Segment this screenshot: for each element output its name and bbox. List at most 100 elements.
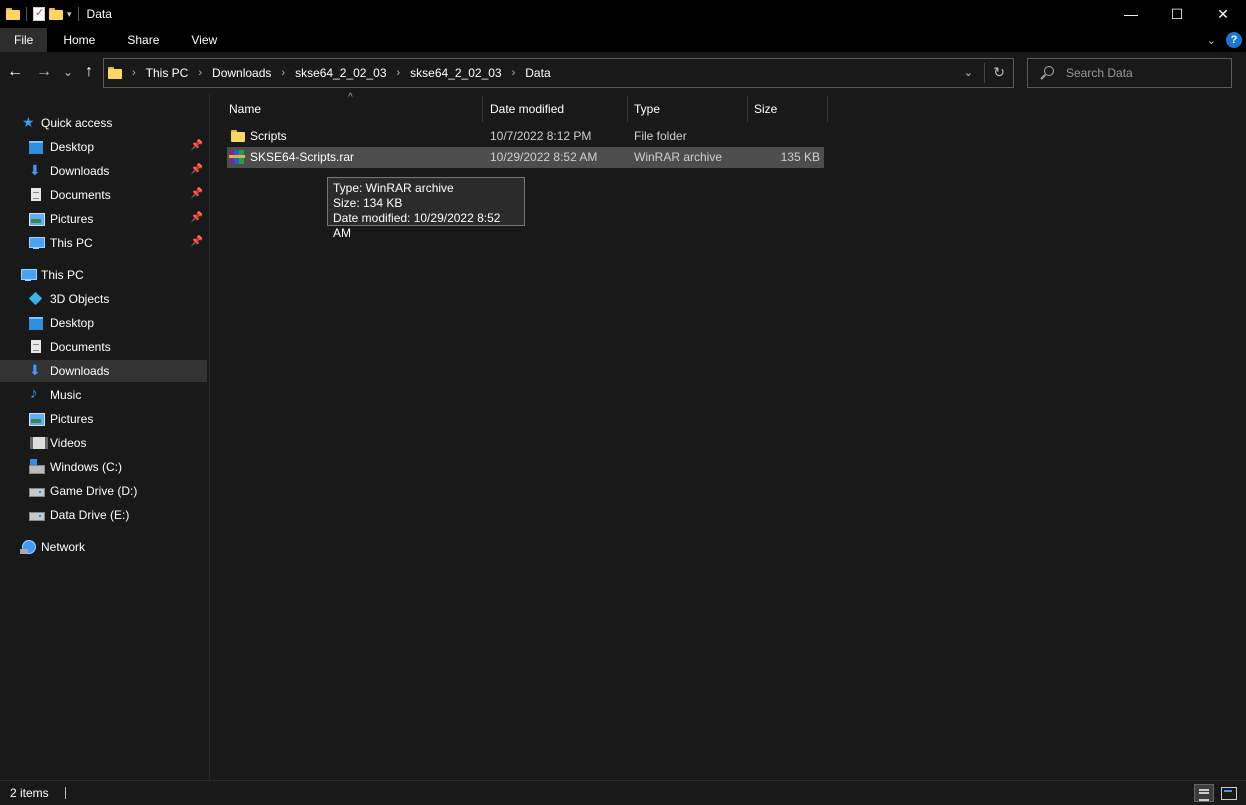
this-pc-icon	[20, 267, 37, 283]
videos-icon	[28, 435, 48, 451]
music-icon	[28, 385, 44, 403]
pin-icon[interactable]: 📌	[191, 212, 203, 223]
view-switcher	[1194, 784, 1238, 802]
chevron-right-icon[interactable]: ›	[512, 67, 516, 79]
sidebar-item-label: Pictures	[50, 412, 94, 426]
windows-drive-icon	[28, 459, 45, 475]
details-view-icon[interactable]	[1194, 784, 1214, 802]
sidebar-item-label: Documents	[50, 188, 111, 202]
large-icons-view-icon[interactable]	[1218, 784, 1238, 802]
sidebar-item-videos[interactable]: Videos	[0, 432, 207, 454]
sidebar-item-data-drive-e[interactable]: Data Drive (E:)	[0, 504, 207, 526]
forward-button[interactable]: →	[34, 62, 54, 82]
sidebar-item-qa-desktop[interactable]: Desktop 📌	[0, 136, 207, 158]
help-icon[interactable]: ?	[1226, 32, 1242, 48]
search-box[interactable]	[1027, 58, 1232, 88]
sidebar-network[interactable]: Network	[0, 536, 207, 558]
folder-icon	[231, 129, 245, 143]
tab-home[interactable]: Home	[47, 28, 111, 52]
file-row-scripts[interactable]: Scripts 10/7/2022 8:12 PM File folder	[227, 126, 824, 147]
sidebar-item-label: Pictures	[50, 212, 94, 226]
ribbon-tabs: File Home Share View ⌄ ?	[0, 28, 1246, 52]
breadcrumb-this-pc[interactable]: This PC	[146, 66, 189, 80]
new-folder-icon[interactable]	[49, 7, 63, 21]
sidebar-item-label: Desktop	[50, 316, 95, 330]
file-row-skse64-scripts-rar[interactable]: SKSE64-Scripts.rar 10/29/2022 8:52 AM Wi…	[227, 147, 824, 168]
file-name: Scripts	[250, 129, 287, 143]
sidebar-item-documents[interactable]: Documents	[0, 336, 207, 358]
breadcrumb-downloads[interactable]: Downloads	[212, 66, 271, 80]
file-type: File folder	[634, 129, 687, 143]
this-pc-icon	[28, 235, 45, 251]
sidebar-item-music[interactable]: Music	[0, 384, 207, 406]
sidebar-item-3d-objects[interactable]: 3D Objects	[0, 288, 207, 310]
sidebar-item-downloads[interactable]: Downloads	[0, 360, 207, 382]
address-bar[interactable]: › This PC › Downloads › skse64_2_02_03 ›…	[103, 58, 1014, 88]
sidebar-this-pc[interactable]: This PC	[0, 264, 207, 286]
back-button[interactable]: ←	[5, 62, 25, 82]
sidebar-item-game-drive-d[interactable]: Game Drive (D:)	[0, 480, 207, 502]
sidebar-item-label: Downloads	[50, 364, 110, 378]
pin-icon[interactable]: 📌	[191, 188, 203, 199]
pin-icon[interactable]: 📌	[191, 164, 203, 175]
pin-icon[interactable]: 📌	[191, 140, 203, 151]
sidebar-item-qa-documents[interactable]: Documents 📌	[0, 184, 207, 206]
tooltip-size: Size: 134 KB	[333, 196, 403, 210]
file-size: 135 KB	[780, 150, 820, 164]
customize-toolbar-chevron-icon[interactable]: ▾	[67, 9, 72, 20]
properties-icon[interactable]	[33, 6, 45, 21]
sidebar-item-qa-downloads[interactable]: Downloads 📌	[0, 160, 207, 182]
sidebar-item-label: This PC	[50, 236, 93, 250]
sidebar-item-windows-c[interactable]: Windows (C:)	[0, 456, 207, 478]
status-bar: 2 items	[0, 780, 1246, 805]
address-history-chevron-icon[interactable]: ⌄	[964, 66, 973, 79]
expand-ribbon-chevron-icon[interactable]: ⌄	[1207, 34, 1216, 47]
file-type: WinRAR archive	[634, 150, 723, 164]
winrar-icon	[229, 149, 245, 165]
3d-objects-icon	[28, 291, 44, 307]
breadcrumb-skse64-inner[interactable]: skse64_2_02_03	[410, 66, 501, 80]
window-title: Data	[86, 7, 112, 21]
desktop-icon	[28, 315, 44, 331]
documents-icon	[28, 339, 44, 355]
sidebar-item-qa-this-pc[interactable]: This PC 📌	[0, 232, 207, 254]
column-header-name[interactable]: Name	[223, 96, 483, 122]
close-button[interactable]: ✕	[1200, 0, 1246, 28]
tab-view[interactable]: View	[175, 28, 233, 52]
toolbar-divider	[26, 7, 27, 21]
pin-icon[interactable]: 📌	[191, 236, 203, 247]
sidebar-quick-access[interactable]: Quick access	[0, 112, 207, 134]
maximize-button[interactable]: ☐	[1154, 0, 1200, 28]
desktop-icon	[28, 139, 44, 155]
refresh-button[interactable]: ↻	[993, 64, 1005, 81]
chevron-right-icon[interactable]: ›	[281, 67, 285, 79]
minimize-button[interactable]: —	[1108, 0, 1154, 28]
breadcrumb-data[interactable]: Data	[525, 66, 550, 80]
network-icon	[20, 539, 36, 555]
recent-locations-chevron-icon[interactable]: ⌄	[58, 62, 78, 82]
navigation-pane: Quick access Desktop 📌 Downloads 📌 Docum…	[0, 94, 210, 780]
sidebar-item-qa-pictures[interactable]: Pictures 📌	[0, 208, 207, 230]
up-button[interactable]: ↑	[79, 62, 99, 82]
tab-share[interactable]: Share	[111, 28, 175, 52]
sidebar-item-label: Desktop	[50, 140, 95, 154]
sidebar-item-label: Network	[41, 540, 86, 554]
drive-icon	[28, 507, 45, 523]
address-divider	[984, 63, 985, 83]
file-info-tooltip: Type: WinRAR archive Size: 134 KB Date m…	[327, 177, 525, 240]
pictures-icon	[28, 211, 45, 227]
breadcrumb-skse64-outer[interactable]: skse64_2_02_03	[295, 66, 386, 80]
sidebar-item-label: Documents	[50, 340, 111, 354]
toolbar-divider	[77, 7, 79, 21]
column-header-type[interactable]: Type	[628, 96, 748, 122]
column-header-size[interactable]: Size	[748, 96, 828, 122]
column-header-date-modified[interactable]: Date modified	[484, 96, 628, 122]
search-input[interactable]	[1066, 66, 1226, 80]
chevron-right-icon[interactable]: ›	[397, 67, 401, 79]
sidebar-item-desktop[interactable]: Desktop	[0, 312, 207, 334]
chevron-right-icon[interactable]: ›	[198, 67, 202, 79]
tab-file[interactable]: File	[0, 28, 48, 52]
sidebar-item-pictures[interactable]: Pictures	[0, 408, 207, 430]
sidebar-item-label: Downloads	[50, 164, 110, 178]
chevron-right-icon[interactable]: ›	[132, 67, 136, 79]
